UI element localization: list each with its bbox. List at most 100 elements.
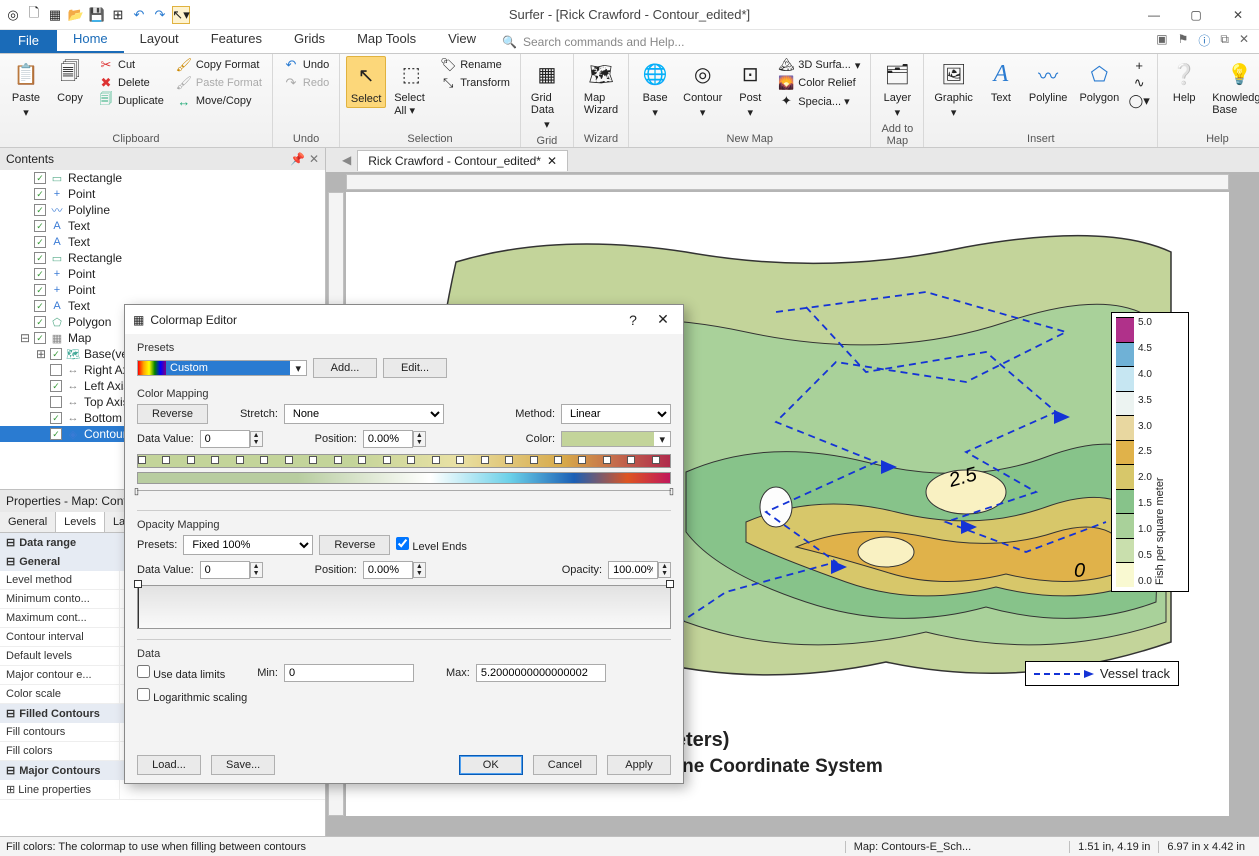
contour-button[interactable]: ◎Contour▾ bbox=[679, 56, 726, 121]
copy-button[interactable]: 🗐Copy bbox=[50, 56, 90, 106]
edit-preset-button[interactable]: Edit... bbox=[383, 358, 447, 378]
use-data-limits-check[interactable]: Use data limits bbox=[137, 665, 225, 681]
position-input[interactable] bbox=[363, 430, 413, 448]
flag-icon[interactable]: ⚑ bbox=[1178, 32, 1189, 49]
close-button[interactable]: ✕ bbox=[1217, 0, 1259, 30]
spinner[interactable]: ▲▼ bbox=[250, 431, 263, 447]
new-icon[interactable]: 🗋 bbox=[25, 6, 43, 24]
op-data-value-input[interactable] bbox=[200, 561, 250, 579]
post-button[interactable]: ⊡Post▾ bbox=[730, 56, 770, 121]
min-input[interactable] bbox=[284, 664, 414, 682]
data-value-input[interactable] bbox=[200, 430, 250, 448]
save-icon[interactable]: 💾 bbox=[88, 6, 106, 24]
restore-icon[interactable]: ⧉ bbox=[1220, 32, 1229, 49]
tab-close-icon[interactable]: ✕ bbox=[547, 154, 557, 168]
level-ends-check[interactable]: Level Ends bbox=[396, 537, 467, 553]
checkbox[interactable]: ✓ bbox=[50, 364, 62, 376]
checkbox[interactable]: ✓ bbox=[34, 300, 46, 312]
transform-button[interactable]: ⤡Transform bbox=[436, 74, 514, 92]
maximize-button[interactable]: ▢ bbox=[1175, 0, 1217, 30]
checkbox[interactable]: ✓ bbox=[50, 396, 62, 408]
help-icon[interactable]: ⓘ bbox=[1198, 32, 1210, 49]
op-position-input[interactable] bbox=[363, 561, 413, 579]
tree-node[interactable]: ✓+Point bbox=[0, 282, 325, 298]
tab-home[interactable]: Home bbox=[57, 26, 124, 53]
checkbox[interactable]: ✓ bbox=[34, 284, 46, 296]
prop-tab-levels[interactable]: Levels bbox=[56, 512, 105, 532]
grid-data-button[interactable]: ▦Grid Data▾ bbox=[527, 56, 567, 133]
graphic-button[interactable]: 🖼Graphic▾ bbox=[930, 56, 977, 121]
load-button[interactable]: Load... bbox=[137, 755, 201, 775]
tree-node[interactable]: ✓〰Polyline bbox=[0, 202, 325, 218]
cursor-icon[interactable]: ↖▾ bbox=[172, 6, 190, 24]
tree-node[interactable]: ✓+Point bbox=[0, 266, 325, 282]
rename-button[interactable]: 🏷Rename bbox=[436, 56, 514, 74]
spinner[interactable]: ▲▼ bbox=[250, 562, 263, 578]
file-tab[interactable]: File bbox=[0, 28, 57, 53]
color-nodes-bar[interactable] bbox=[137, 454, 671, 468]
ok-button[interactable]: OK bbox=[459, 755, 523, 775]
presets-combo[interactable]: Custom ▾ bbox=[137, 360, 307, 376]
text-button[interactable]: AText bbox=[981, 56, 1021, 106]
close-icon[interactable]: ✕ bbox=[651, 311, 675, 328]
tree-node[interactable]: ✓+Point bbox=[0, 186, 325, 202]
spline-button[interactable]: ∿ bbox=[1127, 74, 1151, 92]
app-icon[interactable]: ◎ bbox=[4, 6, 22, 24]
tab-scroll-left-icon[interactable]: ◀ bbox=[336, 153, 357, 167]
polyline-button[interactable]: 〰Polyline bbox=[1025, 56, 1072, 106]
point-button[interactable]: + bbox=[1127, 56, 1151, 74]
stretch-select[interactable]: None bbox=[284, 404, 444, 424]
checkbox[interactable]: ✓ bbox=[34, 220, 46, 232]
tree-node[interactable]: ✓▭Rectangle bbox=[0, 170, 325, 186]
checkbox[interactable]: ✓ bbox=[34, 236, 46, 248]
log-scaling-check[interactable]: Logarithmic scaling bbox=[137, 688, 247, 704]
polygon-button[interactable]: ⬠Polygon bbox=[1075, 56, 1123, 106]
paste-button[interactable]: 📋Paste▾ bbox=[6, 56, 46, 121]
copy-format-button[interactable]: 🖌Copy Format bbox=[172, 56, 266, 74]
kb-button[interactable]: 💡Knowledge Base bbox=[1208, 56, 1259, 118]
add-preset-button[interactable]: Add... bbox=[313, 358, 377, 378]
range-slider[interactable]: ▯ ▯ bbox=[137, 490, 671, 500]
select-button[interactable]: ↖Select bbox=[346, 56, 386, 108]
checkbox[interactable]: ✓ bbox=[34, 316, 46, 328]
reverse-opacity-button[interactable]: Reverse bbox=[319, 535, 390, 555]
opacity-histogram[interactable] bbox=[137, 585, 671, 629]
checkbox[interactable]: ✓ bbox=[50, 428, 62, 440]
spinner[interactable]: ▲▼ bbox=[658, 562, 671, 578]
checkbox[interactable]: ✓ bbox=[34, 332, 46, 344]
tree-node[interactable]: ✓▭Rectangle bbox=[0, 250, 325, 266]
duplicate-button[interactable]: 🗐Duplicate bbox=[94, 92, 168, 110]
reverse-color-button[interactable]: Reverse bbox=[137, 404, 208, 424]
cut-button[interactable]: ✂Cut bbox=[94, 56, 168, 74]
save-dialog-button[interactable]: Save... bbox=[211, 755, 275, 775]
window-arrange-icon[interactable]: ▣ bbox=[1156, 32, 1167, 49]
close-doc-icon[interactable]: ✕ bbox=[1239, 32, 1249, 49]
checkbox[interactable]: ✓ bbox=[34, 268, 46, 280]
checkbox[interactable]: ✓ bbox=[34, 252, 46, 264]
doc-tab[interactable]: Rick Crawford - Contour_edited*✕ bbox=[357, 150, 568, 171]
help-icon[interactable]: ? bbox=[621, 312, 645, 328]
color-relief-button[interactable]: 🌄Color Relief bbox=[774, 74, 864, 92]
open-icon[interactable]: 📂 bbox=[67, 6, 85, 24]
search-box[interactable]: 🔍 Search commands and Help... bbox=[502, 35, 702, 53]
close-pane-icon[interactable]: ✕ bbox=[309, 152, 319, 166]
tree-node[interactable]: ✓AText bbox=[0, 218, 325, 234]
select-all-button[interactable]: ⬚Select All ▾ bbox=[390, 56, 432, 119]
tab-maptools[interactable]: Map Tools bbox=[341, 26, 432, 53]
move-copy-button[interactable]: ↔Move/Copy bbox=[172, 92, 266, 110]
map-wizard-button[interactable]: 🗺Map Wizard bbox=[580, 56, 622, 118]
shape-button[interactable]: ◯▾ bbox=[1127, 92, 1151, 110]
apply-button[interactable]: Apply bbox=[607, 755, 671, 775]
undo-button[interactable]: ↶Undo bbox=[279, 56, 333, 74]
prop-tab-general[interactable]: General bbox=[0, 512, 56, 532]
base-button[interactable]: 🌐Base▾ bbox=[635, 56, 675, 121]
max-input[interactable] bbox=[476, 664, 606, 682]
checkbox[interactable]: ✓ bbox=[34, 188, 46, 200]
special-button[interactable]: ✦Specia... ▾ bbox=[774, 92, 864, 110]
spinner[interactable]: ▲▼ bbox=[413, 431, 426, 447]
tree-node[interactable]: ✓AText bbox=[0, 234, 325, 250]
color-combo[interactable]: ▾ bbox=[561, 431, 671, 447]
redo-icon[interactable]: ↷ bbox=[151, 6, 169, 24]
method-select[interactable]: Linear bbox=[561, 404, 671, 424]
opacity-input[interactable] bbox=[608, 561, 658, 579]
